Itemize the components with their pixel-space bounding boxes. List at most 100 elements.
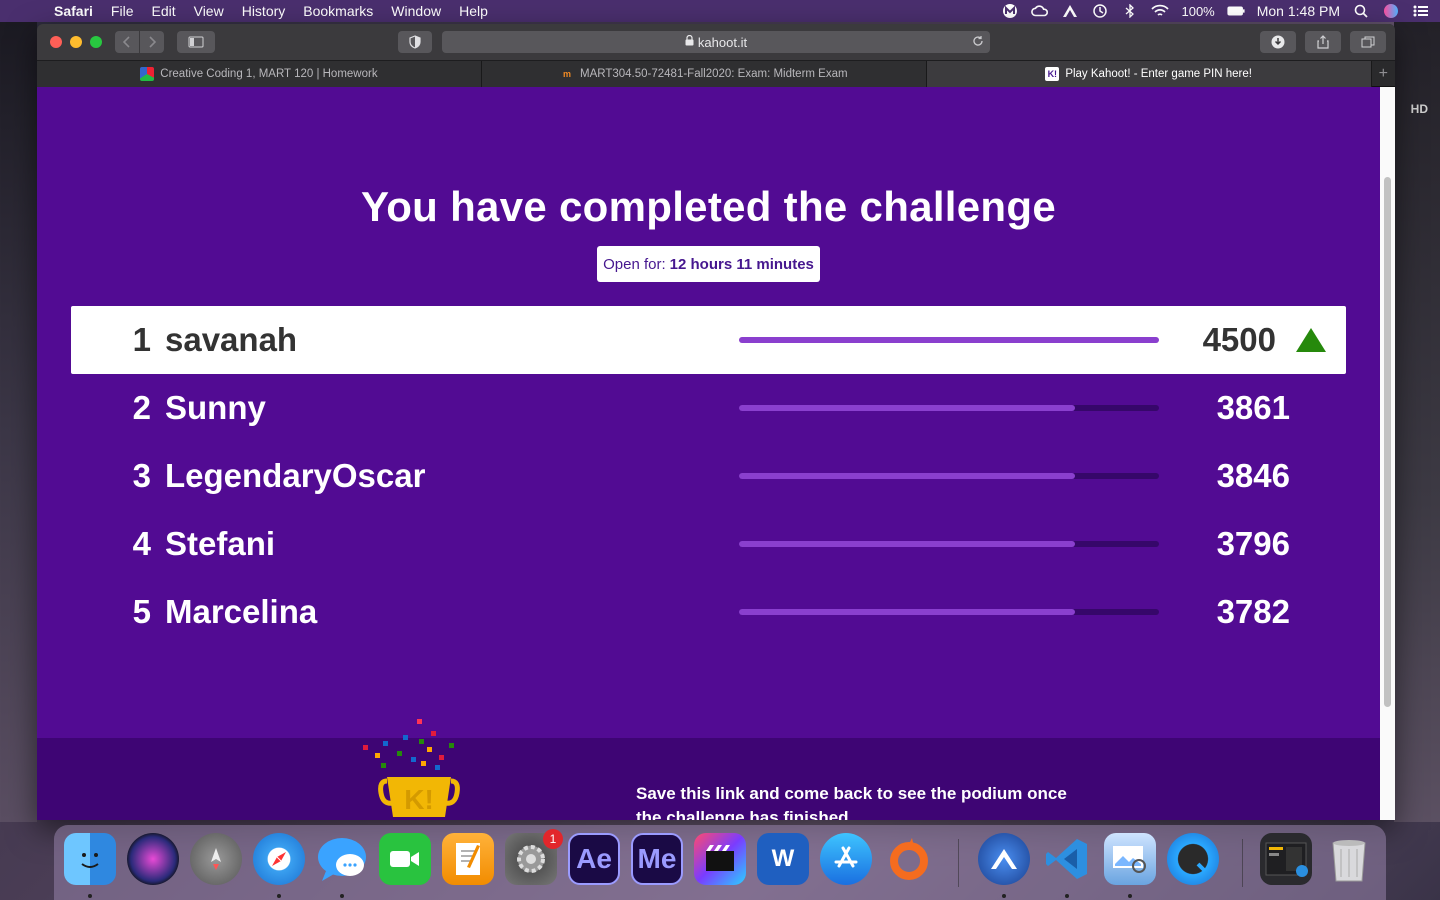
finder-icon[interactable] <box>64 833 116 885</box>
word-icon[interactable]: W <box>757 833 809 885</box>
window-controls <box>50 36 102 48</box>
hard-drive-label[interactable]: HD <box>1411 102 1428 116</box>
url-text[interactable]: kahoot.it <box>698 35 747 50</box>
vscode-icon[interactable] <box>1041 833 1093 885</box>
menubar-clock[interactable]: Mon 1:48 PM <box>1257 3 1340 19</box>
battery-icon[interactable] <box>1227 4 1245 18</box>
nordvpn-running-dot <box>1002 894 1006 898</box>
player-score: 4500 <box>1202 321 1276 358</box>
forward-button[interactable] <box>140 31 164 53</box>
dock-separator <box>958 839 959 887</box>
menu-view[interactable]: View <box>194 3 224 19</box>
shield-icon <box>409 35 421 49</box>
score-bar <box>739 337 1159 343</box>
canvas-favicon-icon <box>140 67 155 81</box>
tab-midterm-exam[interactable]: m MART304.50-72481-Fall2020: Exam: Midte… <box>481 61 927 87</box>
menu-help[interactable]: Help <box>459 3 488 19</box>
notification-badge: 1 <box>543 829 563 849</box>
back-button[interactable] <box>115 31 139 53</box>
share-icon <box>1317 35 1329 49</box>
fullscreen-window-button[interactable] <box>90 36 102 48</box>
menu-window[interactable]: Window <box>391 3 441 19</box>
lock-icon <box>685 34 694 49</box>
spotlight-search-icon[interactable] <box>1352 4 1370 18</box>
siri-menubar-icon[interactable] <box>1382 4 1400 18</box>
safari-icon[interactable] <box>253 833 305 885</box>
media-encoder-icon[interactable]: Me <box>631 833 683 885</box>
nordvpn-dock-icon[interactable] <box>978 833 1030 885</box>
tab-overview-button[interactable] <box>1350 31 1386 53</box>
creative-cloud-icon[interactable] <box>1031 4 1049 18</box>
tab-title: Play Kahoot! - Enter game PIN here! <box>1065 68 1252 80</box>
menu-file[interactable]: File <box>111 3 134 19</box>
bluetooth-icon[interactable] <box>1121 4 1139 18</box>
trash-icon[interactable] <box>1323 833 1375 885</box>
final-cut-pro-icon[interactable] <box>694 833 746 885</box>
preview-icon[interactable] <box>1104 833 1156 885</box>
messages-icon[interactable] <box>316 833 368 885</box>
player-name: savanah <box>165 321 298 358</box>
desktop-wallpaper-right <box>1394 22 1440 822</box>
facetime-icon[interactable] <box>379 833 431 885</box>
save-link-message: Save this link and come back to see the … <box>636 784 1067 820</box>
rank-number: 1 <box>132 321 151 358</box>
origin-icon[interactable] <box>883 833 935 885</box>
siri-icon[interactable] <box>127 833 179 885</box>
kahoot-page: You have completed the challenge Open fo… <box>37 87 1380 820</box>
app-store-icon[interactable] <box>820 833 872 885</box>
notification-center-icon[interactable] <box>1412 4 1430 18</box>
score-bar <box>739 405 1159 411</box>
score-bar-fill <box>739 609 1075 615</box>
rank-number: 2 <box>132 389 151 426</box>
status-area: 100% Mon 1:48 PM <box>1001 0 1430 22</box>
page-scrollbar[interactable] <box>1380 87 1395 820</box>
leaderboard-row-1: 1 savanah 4500 <box>71 306 1346 374</box>
downloads-button[interactable] <box>1260 31 1296 53</box>
share-button[interactable] <box>1305 31 1341 53</box>
dock: 1 Ae Me W <box>54 825 1386 900</box>
pages-icon[interactable] <box>442 833 494 885</box>
menu-bar: Safari File Edit View History Bookmarks … <box>0 0 1440 22</box>
close-window-button[interactable] <box>50 36 62 48</box>
new-tab-button[interactable]: + <box>1372 61 1395 86</box>
tab-kahoot[interactable]: K! Play Kahoot! - Enter game PIN here! <box>926 61 1372 87</box>
wifi-icon[interactable] <box>1151 4 1170 18</box>
score-bar <box>739 541 1159 547</box>
player-name: Marcelina <box>165 593 318 630</box>
safari-running-dot <box>277 894 281 898</box>
reload-icon[interactable] <box>972 35 984 50</box>
after-effects-icon[interactable]: Ae <box>568 833 620 885</box>
battery-percent[interactable]: 100% <box>1181 4 1214 19</box>
scrollbar-thumb[interactable] <box>1384 177 1391 707</box>
player-name: LegendaryOscar <box>165 457 426 494</box>
tabs-icon <box>1361 36 1375 48</box>
minimize-window-button[interactable] <box>70 36 82 48</box>
malwarebytes-icon[interactable] <box>1001 4 1019 18</box>
system-preferences-icon[interactable]: 1 <box>505 829 563 885</box>
menu-bookmarks[interactable]: Bookmarks <box>303 3 373 19</box>
tab-creative-coding[interactable]: Creative Coding 1, MART 120 | Homework <box>37 61 482 87</box>
rank-number: 3 <box>132 457 151 494</box>
screenshot-stack-icon[interactable] <box>1260 833 1312 885</box>
open-for-label: Open for: <box>603 255 666 273</box>
open-for-value: 12 hours 11 minutes <box>669 255 814 273</box>
arrow-up-icon <box>1296 328 1326 352</box>
player-score: 3846 <box>1216 457 1290 494</box>
tab-bar: Creative Coding 1, MART 120 | Homework m… <box>37 61 1395 87</box>
browser-toolbar: kahoot.it <box>37 24 1395 61</box>
tab-title: MART304.50-72481-Fall2020: Exam: Midterm… <box>579 68 848 80</box>
launchpad-icon[interactable] <box>190 833 242 885</box>
address-bar[interactable]: kahoot.it <box>442 31 990 53</box>
privacy-report-button[interactable] <box>398 31 432 53</box>
menu-edit[interactable]: Edit <box>151 3 175 19</box>
player-score: 3861 <box>1216 389 1290 426</box>
nordvpn-icon[interactable] <box>1061 4 1079 18</box>
menu-history[interactable]: History <box>242 3 286 19</box>
leaderboard-row-4: 4 Stefani 3796 <box>71 510 1346 578</box>
time-machine-icon[interactable] <box>1091 4 1109 18</box>
moodle-favicon-icon: m <box>562 69 571 79</box>
menu-app-name[interactable]: Safari <box>54 3 93 19</box>
rank-number: 5 <box>132 593 151 630</box>
sidebar-toggle-button[interactable] <box>177 31 215 53</box>
quicktime-icon[interactable] <box>1167 833 1219 885</box>
